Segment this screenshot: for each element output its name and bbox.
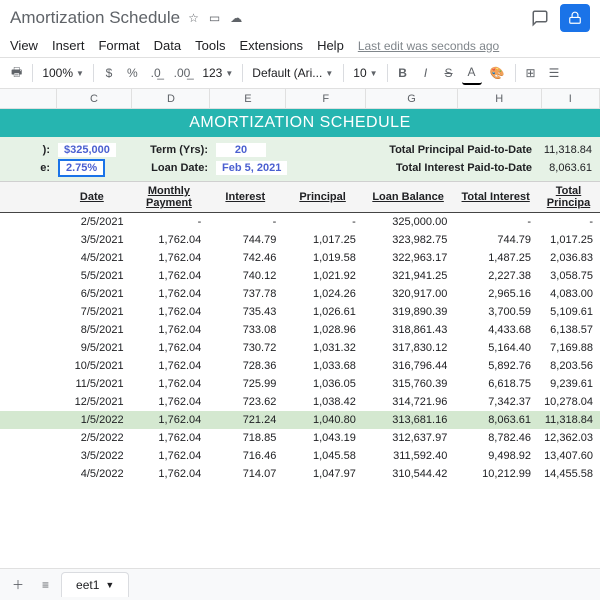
column-header[interactable]: G — [366, 89, 458, 108]
share-button[interactable] — [560, 4, 590, 32]
comments-button[interactable] — [526, 4, 554, 32]
loan-date-value[interactable]: Feb 5, 2021 — [216, 161, 287, 175]
menu-tools[interactable]: Tools — [195, 38, 225, 53]
table-row[interactable]: 3/5/20211,762.04744.791,017.25323,982.75… — [0, 231, 600, 249]
fill-color-button[interactable]: 🎨 — [485, 61, 510, 85]
table-row[interactable]: 7/5/20211,762.04735.431,026.61319,890.39… — [0, 303, 600, 321]
table-row[interactable]: 4/5/20221,762.04714.071,047.97310,544.42… — [0, 465, 600, 483]
total-interest-value: 8,063.61 — [540, 162, 600, 174]
table-row[interactable]: 6/5/20211,762.04737.781,024.26320,917.00… — [0, 285, 600, 303]
bold-button[interactable]: B — [393, 61, 413, 85]
italic-button[interactable]: I — [416, 61, 436, 85]
column-header[interactable]: I — [542, 89, 600, 108]
table-row[interactable]: 12/5/20211,762.04723.621,038.42314,721.9… — [0, 393, 600, 411]
table-row[interactable]: 2/5/2021---325,000.00-- — [0, 213, 600, 231]
zoom-select[interactable]: 100%▼ — [38, 64, 88, 82]
column-header[interactable]: D — [132, 89, 210, 108]
doc-title[interactable]: Amortization Schedule — [10, 8, 180, 28]
merge-button[interactable]: ☰ — [544, 61, 565, 85]
table-row[interactable]: 2/5/20221,762.04718.851,043.19312,637.97… — [0, 429, 600, 447]
sheet-title-banner: AMORTIZATION SCHEDULE — [0, 109, 600, 137]
total-interest-label: Total Interest Paid-to-Date — [376, 162, 540, 174]
strike-button[interactable]: S — [439, 61, 459, 85]
rate-value[interactable]: 2.75% — [58, 159, 105, 177]
table-header: Date — [54, 182, 130, 213]
table-row[interactable]: 10/5/20211,762.04728.361,033.68316,796.4… — [0, 357, 600, 375]
table-header: Interest — [208, 182, 283, 213]
table-header: Monthly Payment — [130, 182, 208, 213]
font-size-select[interactable]: 10▼ — [349, 64, 381, 82]
table-header: Principal — [283, 182, 362, 213]
column-header[interactable]: E — [210, 89, 286, 108]
amount-value[interactable]: $325,000 — [58, 143, 116, 157]
menu-format[interactable]: Format — [98, 38, 139, 53]
term-label: Term (Yrs): — [136, 144, 216, 156]
percent-button[interactable]: % — [122, 61, 143, 85]
cloud-icon[interactable]: ☁ — [228, 9, 244, 27]
menu-help[interactable]: Help — [317, 38, 344, 53]
move-icon[interactable]: ▭ — [207, 9, 222, 27]
table-header: Loan Balance — [362, 182, 454, 213]
borders-button[interactable]: ⊞ — [521, 61, 541, 85]
table-row[interactable]: 3/5/20221,762.04716.461,045.58311,592.40… — [0, 447, 600, 465]
total-principal-label: Total Principal Paid-to-Date — [376, 144, 540, 156]
loan-date-label: Loan Date: — [136, 162, 216, 174]
menu-extensions[interactable]: Extensions — [239, 38, 303, 53]
decrease-decimal-button[interactable]: .0̲ — [146, 61, 166, 85]
column-header[interactable]: F — [286, 89, 366, 108]
column-header[interactable]: C — [57, 89, 133, 108]
menu-view[interactable]: View — [10, 38, 38, 53]
table-row[interactable]: 1/5/20221,762.04721.241,040.80313,681.16… — [0, 411, 600, 429]
table-row[interactable]: 5/5/20211,762.04740.121,021.92321,941.25… — [0, 267, 600, 285]
amortization-table[interactable]: DateMonthly PaymentInterestPrincipalLoan… — [0, 182, 600, 483]
rate-label: e: — [0, 162, 58, 174]
increase-decimal-button[interactable]: .00̲ — [169, 61, 196, 85]
table-header — [0, 182, 54, 213]
table-header: Total Interest — [454, 182, 538, 213]
amount-label: ): — [0, 144, 58, 156]
add-sheet-button[interactable]: ＋ — [6, 572, 30, 597]
all-sheets-button[interactable]: ≡ — [36, 574, 55, 596]
currency-button[interactable]: $ — [99, 61, 119, 85]
toolbar: 🖶 100%▼ $ % .0̲ .00̲ 123▼ Default (Ari..… — [0, 57, 600, 89]
number-format-select[interactable]: 123▼ — [198, 64, 237, 82]
table-row[interactable]: 8/5/20211,762.04733.081,028.96318,861.43… — [0, 321, 600, 339]
term-value[interactable]: 20 — [216, 143, 266, 157]
text-color-button[interactable]: A — [462, 61, 482, 85]
total-principal-value: 11,318.84 — [540, 144, 600, 156]
table-header: Total Principa — [538, 182, 600, 213]
menu-data[interactable]: Data — [154, 38, 181, 53]
menu-bar: View Insert Format Data Tools Extensions… — [0, 36, 600, 57]
font-select[interactable]: Default (Ari...▼ — [248, 64, 338, 82]
table-row[interactable]: 9/5/20211,762.04730.721,031.32317,830.12… — [0, 339, 600, 357]
sheet-tab-1[interactable]: eet1▼ — [61, 572, 129, 597]
table-row[interactable]: 11/5/20211,762.04725.991,036.05315,760.3… — [0, 375, 600, 393]
star-icon[interactable]: ☆ — [186, 9, 201, 27]
menu-insert[interactable]: Insert — [52, 38, 85, 53]
table-row[interactable]: 4/5/20211,762.04742.461,019.58322,963.17… — [0, 249, 600, 267]
print-button[interactable]: 🖶 — [6, 61, 27, 85]
last-edit-link[interactable]: Last edit was seconds ago — [358, 39, 499, 53]
column-header[interactable]: H — [458, 89, 542, 108]
